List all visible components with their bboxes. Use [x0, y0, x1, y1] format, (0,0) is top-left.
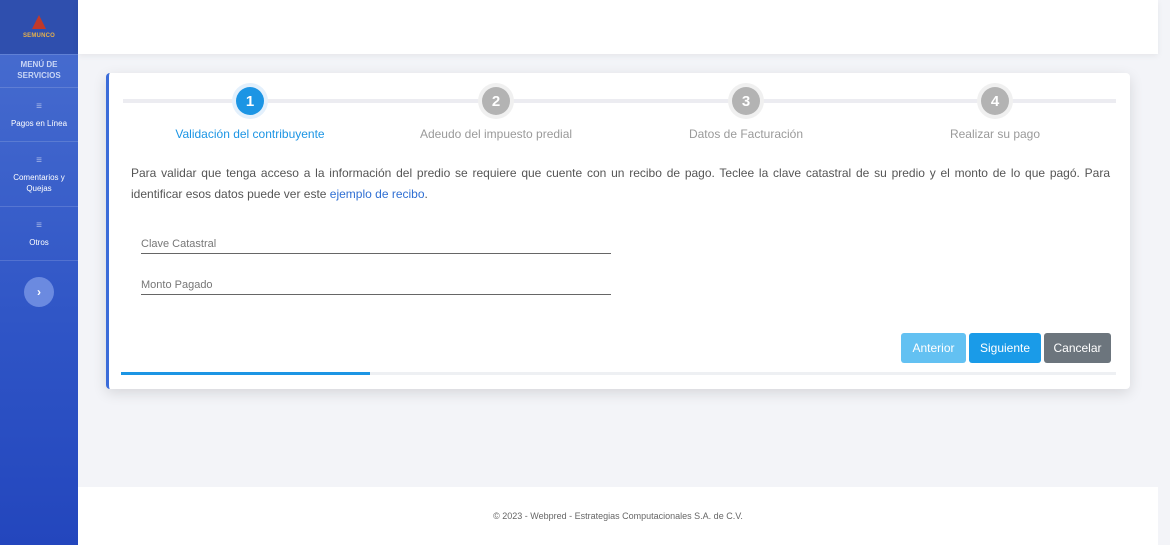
logo-text: SEMUNCO: [22, 33, 56, 39]
progress-fill: [121, 372, 370, 375]
sidebar: SEMUNCO MENÚ DE SERVICIOS ≡ Pagos en Lín…: [0, 0, 78, 545]
step-number-badge: 4: [981, 87, 1009, 115]
sidebar-item-pagos[interactable]: ≡ Pagos en Línea: [0, 88, 78, 142]
footer-copyright: © 2023 - Webpred - Estrategias Computaci…: [493, 511, 743, 521]
receipt-example-link[interactable]: ejemplo de recibo: [330, 187, 425, 201]
expand-sidebar-button[interactable]: ›: [24, 277, 54, 307]
step-label: Validación del contribuyente: [175, 127, 325, 141]
intro-paragraph: Para validar que tenga acceso a la infor…: [131, 163, 1110, 205]
step-2[interactable]: 2 Adeudo del impuesto predial: [371, 87, 621, 141]
footer: © 2023 - Webpred - Estrategias Computaci…: [78, 487, 1158, 545]
sidebar-item-comentarios[interactable]: ≡ Comentarios y Quejas: [0, 142, 78, 207]
progress-track: [121, 372, 1116, 375]
sidebar-item-label: Otros: [29, 238, 49, 247]
top-header: [78, 0, 1158, 54]
menu-icon: ≡: [36, 220, 42, 231]
step-4[interactable]: 4 Realizar su pago: [870, 87, 1120, 141]
cancel-button[interactable]: Cancelar: [1044, 333, 1111, 363]
intro-text: Para validar que tenga acceso a la infor…: [131, 166, 1110, 201]
previous-button[interactable]: Anterior: [901, 333, 966, 363]
step-number-badge: 3: [732, 87, 760, 115]
menu-title: MENÚ DE SERVICIOS: [0, 54, 78, 88]
step-number-badge: 1: [236, 87, 264, 115]
menu-icon: ≡: [36, 155, 42, 166]
sidebar-item-label: Pagos en Línea: [10, 119, 68, 128]
sidebar-item-otros[interactable]: ≡ Otros: [0, 207, 78, 261]
wizard-card: 1 Validación del contribuyente 2 Adeudo …: [106, 73, 1130, 389]
sidebar-item-label: Comentarios y Quejas: [13, 173, 65, 193]
step-number-badge: 2: [482, 87, 510, 115]
menu-icon: ≡: [36, 101, 42, 112]
step-label: Realizar su pago: [949, 127, 1041, 141]
intro-end: .: [424, 187, 428, 201]
step-3[interactable]: 3 Datos de Facturación: [621, 87, 871, 141]
next-button[interactable]: Siguiente: [969, 333, 1041, 363]
logo[interactable]: SEMUNCO: [0, 0, 78, 54]
monto-pagado-input[interactable]: [141, 276, 611, 294]
clave-catastral-field[interactable]: [141, 234, 611, 254]
step-label: Adeudo del impuesto predial: [419, 127, 573, 141]
logo-mark: [32, 15, 46, 29]
step-1[interactable]: 1 Validación del contribuyente: [125, 87, 375, 141]
monto-pagado-field[interactable]: [141, 275, 611, 295]
step-label: Datos de Facturación: [688, 127, 804, 141]
chevron-right-icon: ›: [37, 285, 41, 299]
clave-catastral-input[interactable]: [141, 235, 611, 253]
